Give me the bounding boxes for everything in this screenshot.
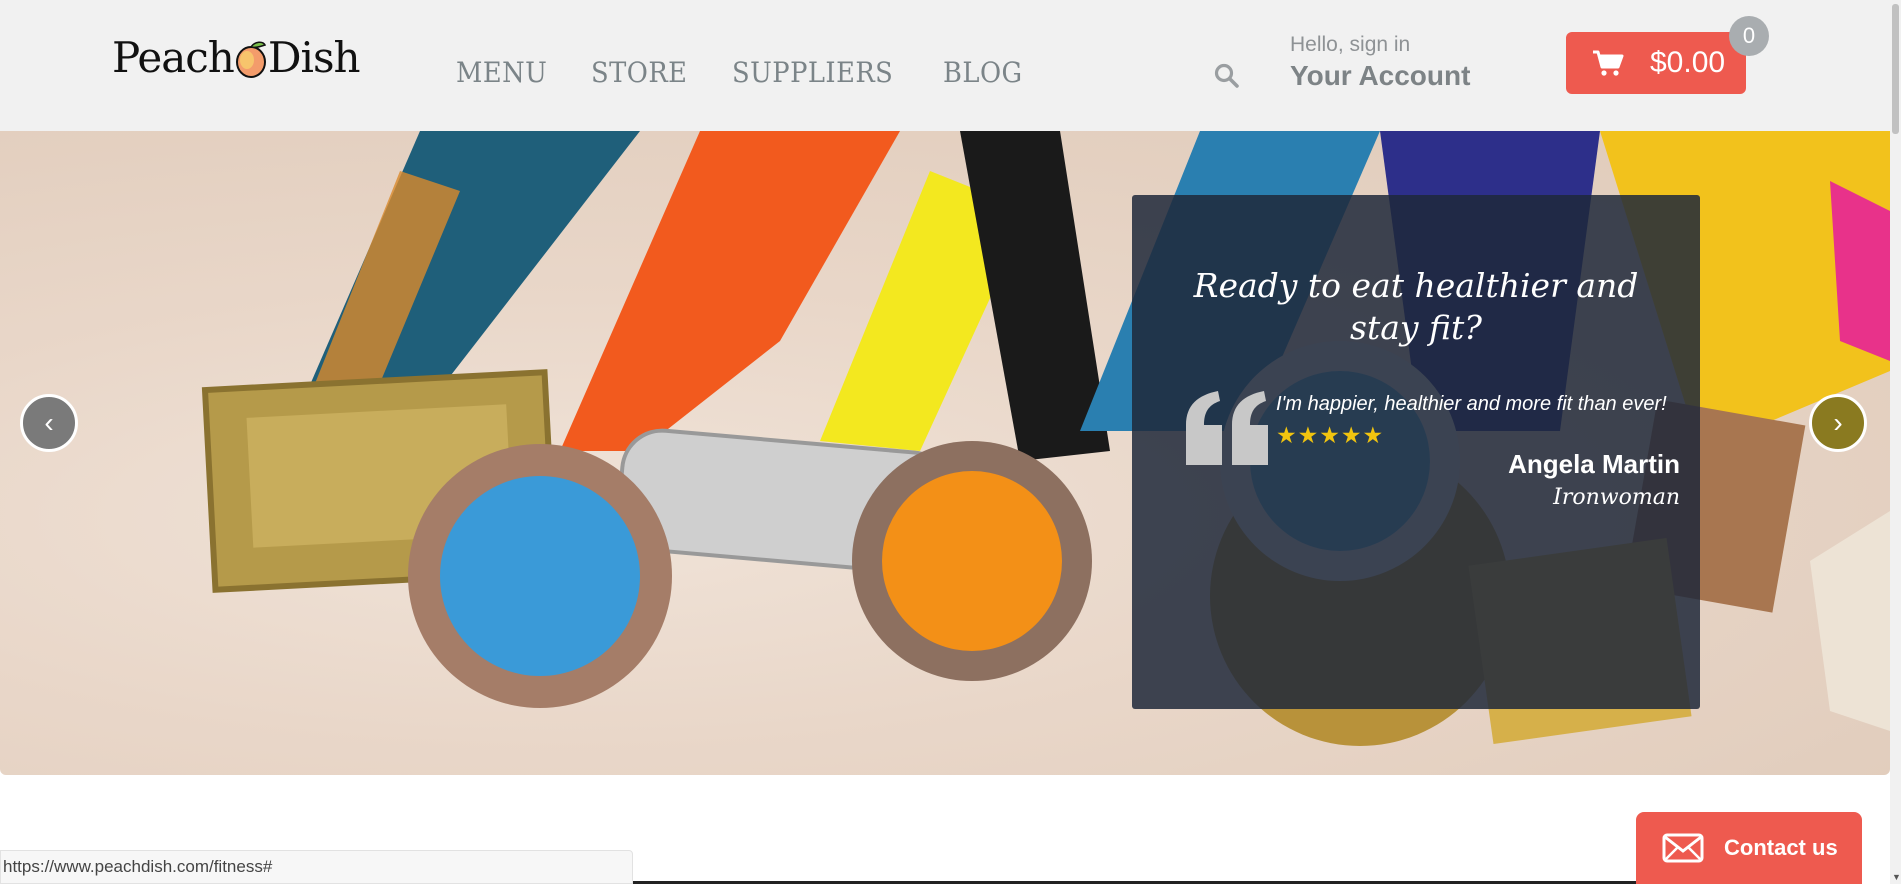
peachdish-logo[interactable]: Peach Dish — [112, 32, 361, 82]
nav-item-store[interactable]: STORE — [591, 54, 687, 92]
slider-next-button[interactable]: › — [1809, 394, 1867, 452]
site-header: Peach Dish MENU STORE SUPPLIERS BLOG Hel… — [0, 0, 1890, 131]
quote-icon — [1186, 391, 1268, 465]
account-label: Your Account — [1290, 60, 1471, 91]
main-nav: MENU STORE SUPPLIERS BLOG — [456, 54, 1066, 92]
logo-text-left: Peach — [112, 32, 235, 82]
testimonial-heading: Ready to eat healthier and stay fit? — [1193, 266, 1639, 347]
mail-icon — [1662, 833, 1704, 863]
cart-icon — [1593, 50, 1624, 76]
star-icon: ★ — [1340, 422, 1362, 448]
search-icon[interactable] — [1213, 62, 1241, 90]
browser-status-url: https://www.peachdish.com/fitness# — [0, 850, 633, 884]
nav-item-suppliers[interactable]: SUPPLIERS — [732, 54, 893, 92]
hero-slider: Ready to eat healthier and stay fit? I'm… — [0, 131, 1890, 775]
testimonial-author: Angela Martin — [1508, 449, 1680, 479]
slider-prev-button[interactable]: ‹ — [20, 394, 78, 452]
scroll-down-icon[interactable]: ▼ — [1892, 872, 1901, 882]
contact-us-button[interactable]: Contact us — [1636, 812, 1862, 884]
account-link[interactable]: Hello, sign in Your Account — [1290, 32, 1470, 94]
testimonial-role: Ironwoman — [1553, 485, 1680, 510]
contact-us-label: Contact us — [1724, 835, 1838, 860]
testimonial-panel: Ready to eat healthier and stay fit? I'm… — [1132, 195, 1700, 709]
peach-icon — [235, 41, 266, 78]
scrollbar-thumb[interactable] — [1892, 4, 1899, 134]
cart-amount: $0.00 — [1650, 46, 1726, 79]
star-icon: ★ — [1319, 422, 1340, 448]
account-greeting: Hello, sign in — [1290, 33, 1411, 56]
nav-item-menu[interactable]: MENU — [456, 54, 547, 92]
cart-count-badge: 0 — [1729, 16, 1769, 56]
rating-stars: ★ ★ ★ ★ ★ — [1276, 423, 1383, 447]
star-icon: ★ — [1276, 422, 1297, 448]
star-icon: ★ — [1362, 422, 1384, 448]
page-scrollbar[interactable]: ▼ — [1890, 0, 1901, 884]
cart-button[interactable]: $0.00 — [1566, 32, 1746, 94]
nav-item-blog[interactable]: BLOG — [943, 54, 1023, 92]
star-icon: ★ — [1297, 422, 1319, 448]
logo-text-right: Dish — [267, 32, 361, 82]
testimonial-quote: I'm happier, healthier and more fit than… — [1276, 393, 1667, 415]
